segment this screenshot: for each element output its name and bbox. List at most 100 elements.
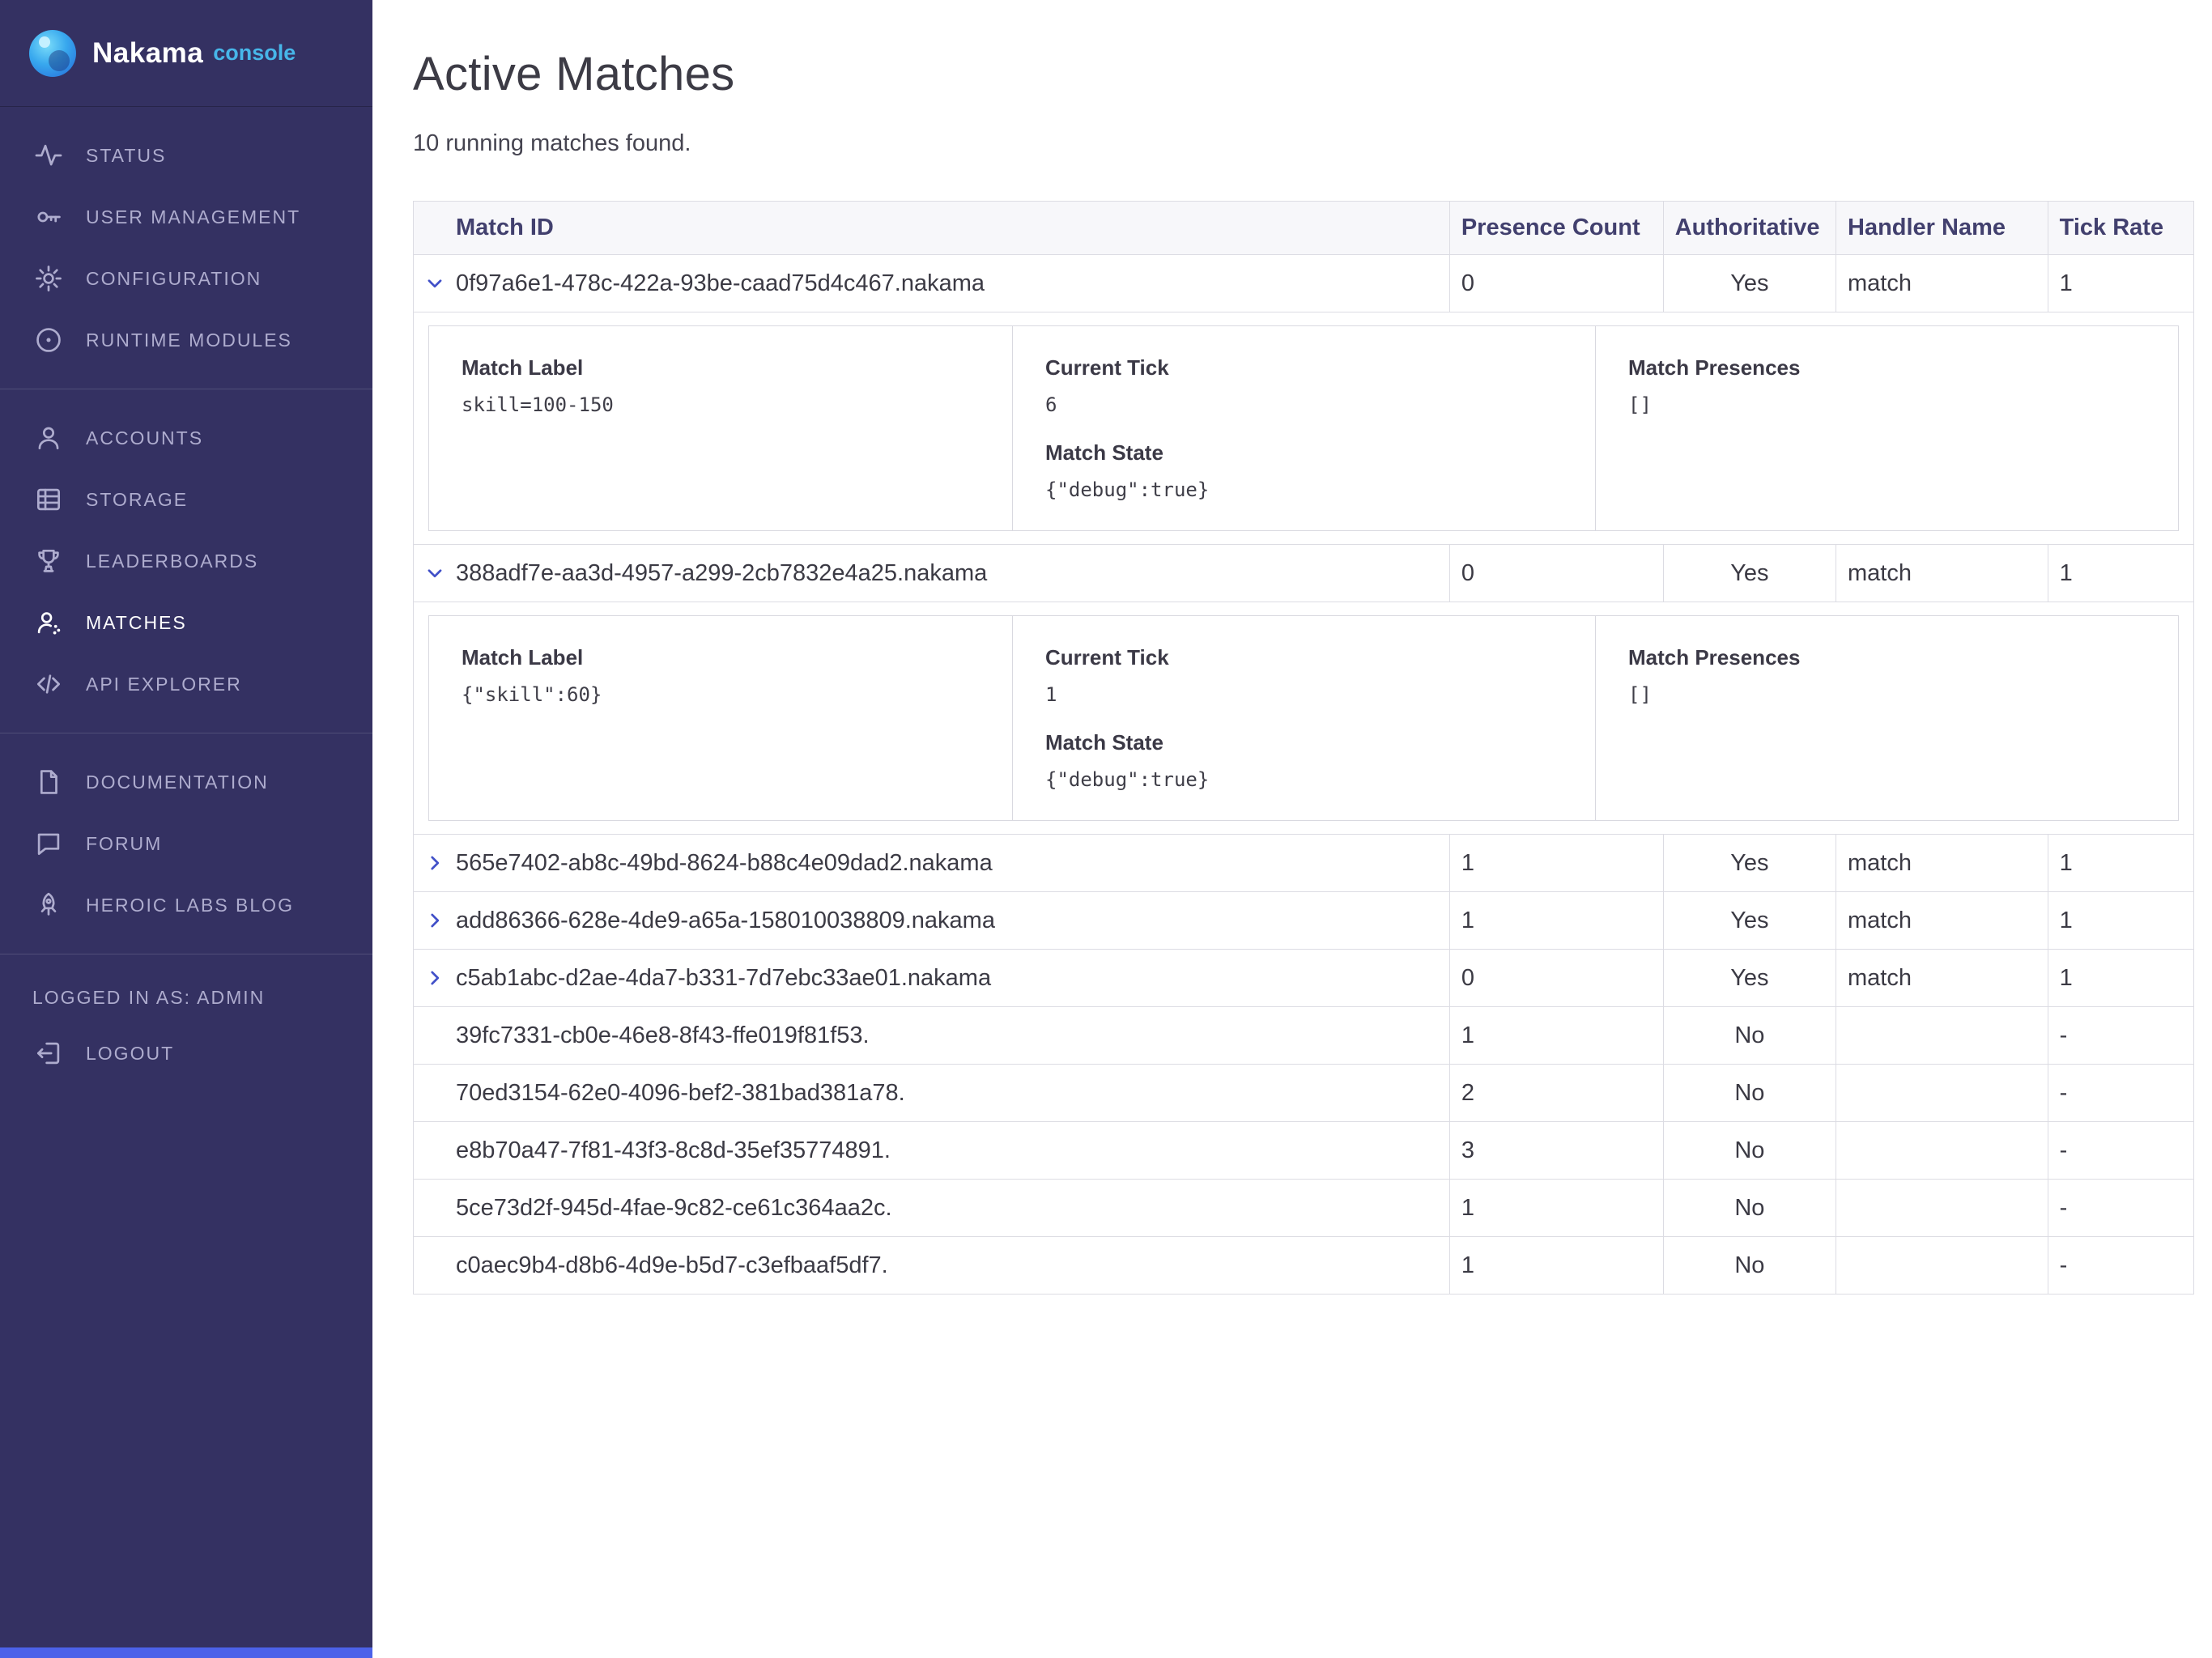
- match-tick-state-section: Current Tick 6 Match State {"debug":true…: [1012, 326, 1595, 530]
- match-id-text: 0f97a6e1-478c-422a-93be-caad75d4c467.nak…: [456, 270, 985, 297]
- sidebar-item-matches[interactable]: MATCHES: [0, 592, 372, 653]
- authoritative-cell: Yes: [1663, 892, 1836, 950]
- row-expand-chevron-icon[interactable]: [424, 910, 445, 931]
- match-id-text: add86366-628e-4de9-a65a-158010038809.nak…: [456, 908, 995, 934]
- handler-name-cell: match: [1836, 835, 2048, 892]
- tick-rate-cell: 1: [2048, 255, 2193, 312]
- match-detail-panel: Match Label skill=100-150 Current Tick 6…: [428, 325, 2179, 531]
- match-row[interactable]: 565e7402-ab8c-49bd-8624-b88c4e09dad2.nak…: [414, 835, 2194, 892]
- authoritative-cell: No: [1663, 1237, 1836, 1295]
- sidebar-item-label: RUNTIME MODULES: [86, 329, 292, 351]
- match-tick-state-section: Current Tick 1 Match State {"debug":true…: [1012, 616, 1595, 820]
- row-expand-chevron-icon[interactable]: [424, 563, 445, 584]
- tick-rate-cell: 1: [2048, 892, 2193, 950]
- match-count-text: 10 running matches found.: [413, 130, 2194, 157]
- handler-name-cell: match: [1836, 950, 2048, 1007]
- match-label-heading: Match Label: [462, 645, 980, 670]
- row-expand-chevron-icon[interactable]: [424, 967, 445, 988]
- logout-button[interactable]: LOGOUT: [0, 1022, 372, 1084]
- sidebar-item-runtime-modules[interactable]: RUNTIME MODULES: [0, 309, 372, 371]
- match-row[interactable]: 0f97a6e1-478c-422a-93be-caad75d4c467.nak…: [414, 255, 2194, 312]
- match-presences-section: Match Presences []: [1595, 616, 2178, 820]
- trophy-icon: [32, 545, 65, 577]
- authoritative-cell: No: [1663, 1007, 1836, 1065]
- sidebar-item-status[interactable]: STATUS: [0, 125, 372, 186]
- nav-group-system: STATUS USER MANAGEMENT CONFIGURATION RUN…: [0, 107, 372, 389]
- match-presences-section: Match Presences []: [1595, 326, 2178, 530]
- user-icon: [32, 422, 65, 454]
- sidebar-item-label: ACCOUNTS: [86, 427, 203, 449]
- page-title: Active Matches: [413, 47, 2194, 101]
- row-expand-chevron-icon[interactable]: [424, 273, 445, 294]
- gear-icon: [32, 262, 65, 295]
- rocket-icon: [32, 889, 65, 921]
- sidebar-item-user-management[interactable]: USER MANAGEMENT: [0, 186, 372, 248]
- authoritative-cell: No: [1663, 1122, 1836, 1180]
- match-id-text: e8b70a47-7f81-43f3-8c8d-35ef35774891.: [456, 1137, 891, 1164]
- sidebar-item-label: DOCUMENTATION: [86, 772, 269, 793]
- match-detail-panel: Match Label {"skill":60} Current Tick 1 …: [428, 615, 2179, 821]
- col-header-tick-rate: Tick Rate: [2048, 202, 2193, 255]
- match-row[interactable]: add86366-628e-4de9-a65a-158010038809.nak…: [414, 892, 2194, 950]
- match-id-cell: 388adf7e-aa3d-4957-a299-2cb7832e4a25.nak…: [414, 545, 1450, 602]
- match-presences-value: []: [1628, 393, 2146, 416]
- match-label-value: {"skill":60}: [462, 683, 980, 706]
- match-label-section: Match Label skill=100-150: [429, 326, 1012, 530]
- matches-table-body: 0f97a6e1-478c-422a-93be-caad75d4c467.nak…: [414, 255, 2194, 1295]
- tick-rate-cell: -: [2048, 1007, 2193, 1065]
- col-header-authoritative: Authoritative: [1663, 202, 1836, 255]
- match-row[interactable]: c5ab1abc-d2ae-4da7-b331-7d7ebc33ae01.nak…: [414, 950, 2194, 1007]
- match-row[interactable]: c0aec9b4-d8b6-4d9e-b5d7-c3efbaaf5df7. 1 …: [414, 1237, 2194, 1295]
- match-row[interactable]: 388adf7e-aa3d-4957-a299-2cb7832e4a25.nak…: [414, 545, 2194, 602]
- presence-count-cell: 0: [1449, 545, 1663, 602]
- presence-count-cell: 2: [1449, 1065, 1663, 1122]
- presence-count-cell: 1: [1449, 1007, 1663, 1065]
- sidebar-item-accounts[interactable]: ACCOUNTS: [0, 407, 372, 469]
- brand[interactable]: Nakama console: [0, 0, 372, 107]
- match-detail-cell: Match Label {"skill":60} Current Tick 1 …: [414, 602, 2194, 835]
- sidebar-item-configuration[interactable]: CONFIGURATION: [0, 248, 372, 309]
- match-row[interactable]: 70ed3154-62e0-4096-bef2-381bad381a78. 2 …: [414, 1065, 2194, 1122]
- match-id-cell: 5ce73d2f-945d-4fae-9c82-ce61c364aa2c.: [414, 1180, 1450, 1237]
- match-row[interactable]: 5ce73d2f-945d-4fae-9c82-ce61c364aa2c. 1 …: [414, 1180, 2194, 1237]
- sidebar-item-forum[interactable]: FORUM: [0, 813, 372, 874]
- current-tick-heading: Current Tick: [1045, 355, 1563, 380]
- presence-count-cell: 1: [1449, 892, 1663, 950]
- matches-table-header: Match ID Presence Count Authoritative Ha…: [414, 202, 2194, 255]
- sidebar-item-documentation[interactable]: DOCUMENTATION: [0, 751, 372, 813]
- authoritative-cell: No: [1663, 1065, 1836, 1122]
- sidebar-item-label: LEADERBOARDS: [86, 551, 258, 572]
- storage-icon: [32, 483, 65, 516]
- match-detail-row: Match Label {"skill":60} Current Tick 1 …: [414, 602, 2194, 835]
- sidebar-item-label: MATCHES: [86, 612, 187, 634]
- logged-in-as-text: LOGGED IN AS: ADMIN: [0, 972, 372, 1022]
- match-state-value: {"debug":true}: [1045, 478, 1563, 501]
- sidebar-item-storage[interactable]: STORAGE: [0, 469, 372, 530]
- handler-name-cell: match: [1836, 892, 2048, 950]
- col-header-presence-count: Presence Count: [1449, 202, 1663, 255]
- presence-count-cell: 1: [1449, 1180, 1663, 1237]
- code-icon: [32, 668, 65, 700]
- tick-rate-cell: 1: [2048, 835, 2193, 892]
- sidebar-item-label: CONFIGURATION: [86, 268, 262, 290]
- chat-icon: [32, 827, 65, 860]
- match-presences-heading: Match Presences: [1628, 355, 2146, 380]
- nakama-logo-icon: [29, 30, 76, 77]
- row-expand-chevron-icon[interactable]: [424, 852, 445, 874]
- tick-rate-cell: -: [2048, 1180, 2193, 1237]
- match-row[interactable]: e8b70a47-7f81-43f3-8c8d-35ef35774891. 3 …: [414, 1122, 2194, 1180]
- handler-name-cell: [1836, 1237, 2048, 1295]
- brand-name: Nakama: [92, 37, 203, 70]
- match-detail-row: Match Label skill=100-150 Current Tick 6…: [414, 312, 2194, 545]
- match-detail-cell: Match Label skill=100-150 Current Tick 6…: [414, 312, 2194, 545]
- match-id-cell: add86366-628e-4de9-a65a-158010038809.nak…: [414, 892, 1450, 950]
- authoritative-cell: Yes: [1663, 255, 1836, 312]
- activity-icon: [32, 139, 65, 172]
- match-id-text: 565e7402-ab8c-49bd-8624-b88c4e09dad2.nak…: [456, 850, 993, 877]
- matches-table: Match ID Presence Count Authoritative Ha…: [413, 201, 2194, 1295]
- sidebar-item-heroic-labs-blog[interactable]: HEROIC LABS BLOG: [0, 874, 372, 936]
- sidebar-item-api-explorer[interactable]: API EXPLORER: [0, 653, 372, 715]
- sidebar-nav: STATUS USER MANAGEMENT CONFIGURATION RUN…: [0, 107, 372, 1658]
- match-row[interactable]: 39fc7331-cb0e-46e8-8f43-ffe019f81f53. 1 …: [414, 1007, 2194, 1065]
- sidebar-item-leaderboards[interactable]: LEADERBOARDS: [0, 530, 372, 592]
